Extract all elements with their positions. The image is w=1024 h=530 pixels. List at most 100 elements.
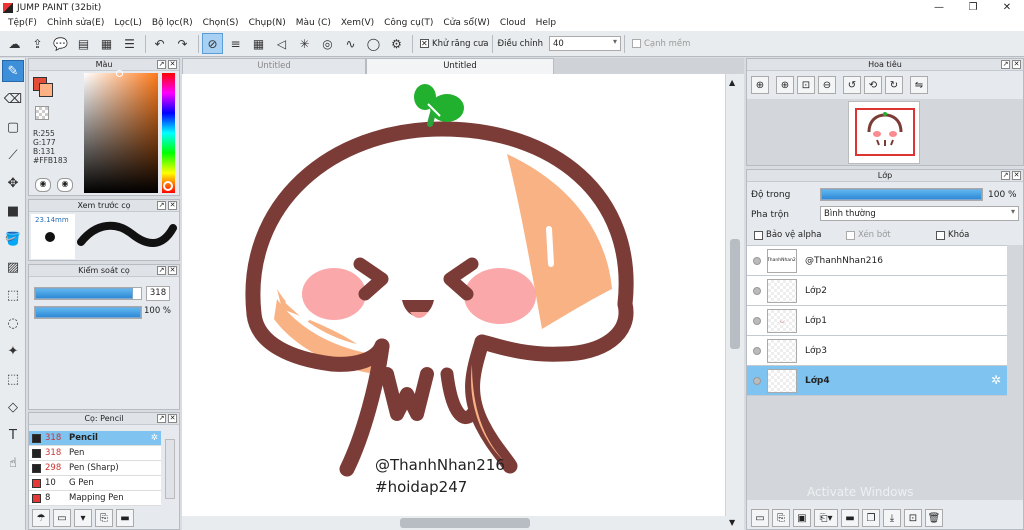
gradient-tool-icon[interactable]: ▨ <box>2 256 24 278</box>
rectangle-tool-icon[interactable]: ▢ <box>2 116 24 138</box>
layer-mask-icon[interactable]: ▣ <box>793 509 811 527</box>
line-tool-icon[interactable]: ⟋ <box>2 144 24 166</box>
close-panel-icon[interactable]: ✕ <box>168 266 177 275</box>
background-color-swatch[interactable] <box>39 83 53 97</box>
menu-tools[interactable]: Công cụ(T) <box>379 18 438 28</box>
undo-icon[interactable]: ↶ <box>149 33 170 54</box>
copy-brush-icon[interactable]: ⎘ <box>95 509 113 527</box>
canvas-vertical-scrollbar[interactable]: ▲ ▼ <box>726 74 744 530</box>
delete-layer-icon[interactable]: 🗑 <box>925 509 943 527</box>
antialias-checkbox[interactable]: Khử răng cưa <box>420 38 489 49</box>
brush-item-mapping-pen[interactable]: 8 Mapping Pen <box>29 491 161 506</box>
menu-layer[interactable]: Lọc(L) <box>109 18 147 28</box>
zoom-actual-icon[interactable]: ⊡ <box>797 76 815 94</box>
tab-untitled-1[interactable]: Untitled <box>182 58 366 74</box>
clip-checkbox[interactable]: Xén bớt <box>846 230 891 240</box>
brush-group-icon[interactable]: ☂ <box>32 509 50 527</box>
popout-icon[interactable]: ↗ <box>157 266 166 275</box>
brush-item-pen-sharp[interactable]: 298 Pen (Sharp) <box>29 461 161 476</box>
layer-folder-icon[interactable]: ▬ <box>841 509 859 527</box>
snap-settings-icon[interactable]: ⚙ <box>386 33 407 54</box>
snap-perspective-icon[interactable]: ◁ <box>271 33 292 54</box>
menu-edit[interactable]: Chỉnh sửa(E) <box>42 18 109 28</box>
popout-icon[interactable]: ↗ <box>1001 171 1010 180</box>
brush-item-g-pen[interactable]: 10 G Pen <box>29 476 161 491</box>
duplicate-layer-icon[interactable]: ❐ <box>862 509 880 527</box>
horizontal-scroll-thumb[interactable] <box>400 518 530 528</box>
menu-help[interactable]: Help <box>531 18 562 28</box>
hue-handle[interactable] <box>163 181 173 191</box>
note-icon[interactable]: ▤ <box>73 33 94 54</box>
select-rect-tool-icon[interactable]: ⬚ <box>2 284 24 306</box>
palette-icon[interactable]: ◉ <box>35 178 51 192</box>
visibility-icon[interactable] <box>747 287 767 295</box>
transparent-swatch[interactable] <box>35 106 49 120</box>
brush-item-pencil[interactable]: 318 Pencil ✲ <box>29 431 161 446</box>
menu-view[interactable]: Xem(V) <box>336 18 379 28</box>
cloud-icon[interactable]: ☁ <box>4 33 25 54</box>
new-layer-copy-icon[interactable]: ⎘ <box>772 509 790 527</box>
visibility-icon[interactable] <box>747 347 767 355</box>
close-panel-icon[interactable]: ✕ <box>1012 171 1021 180</box>
visibility-icon[interactable] <box>747 317 767 325</box>
close-panel-icon[interactable]: ✕ <box>168 414 177 423</box>
hand-tool-icon[interactable]: ☝ <box>2 452 24 474</box>
menu-cloud[interactable]: Cloud <box>495 18 531 28</box>
menu-select[interactable]: Chọn(S) <box>198 18 244 28</box>
brush-tool-icon[interactable]: ✎ <box>2 60 24 82</box>
layer-row[interactable]: Lớp3 <box>747 336 1007 366</box>
brush-opacity-slider[interactable] <box>34 306 142 319</box>
move-tool-icon[interactable]: ✥ <box>2 172 24 194</box>
popout-icon[interactable]: ↗ <box>157 60 166 69</box>
drawing-canvas[interactable]: @ThanhNhan216 #hoidap247 <box>182 74 725 516</box>
menu-file[interactable]: Tệp(F) <box>3 18 42 28</box>
new-layer-icon[interactable]: ▭ <box>751 509 769 527</box>
brush-list-scrollbar[interactable] <box>165 439 175 499</box>
menu-window[interactable]: Cửa sổ(W) <box>438 18 494 28</box>
snap-curve-icon[interactable]: ∿ <box>340 33 361 54</box>
soft-edge-checkbox[interactable]: Cạnh mềm <box>631 39 690 49</box>
protect-alpha-checkbox[interactable]: Bảo vệ alpha <box>754 230 821 240</box>
settings-list-icon[interactable]: ☰ <box>119 33 140 54</box>
rotate-left-icon[interactable]: ↺ <box>843 76 861 94</box>
layer-options-icon[interactable]: ⎗▾ <box>814 509 838 527</box>
eyedropper-icon[interactable]: ◉ <box>57 178 73 192</box>
scroll-up-icon[interactable]: ▲ <box>729 78 735 87</box>
popout-icon[interactable]: ↗ <box>1001 60 1010 69</box>
redo-icon[interactable]: ↷ <box>172 33 193 54</box>
brush-options-icon[interactable]: ▾ <box>74 509 92 527</box>
menu-filter[interactable]: Bộ lọc(R) <box>147 18 198 28</box>
select-eraser-tool-icon[interactable]: ◇ <box>2 396 24 418</box>
select-pen-tool-icon[interactable]: ⬚ <box>2 368 24 390</box>
text-tool-icon[interactable]: T <box>2 424 24 446</box>
gear-icon[interactable]: ✲ <box>991 373 1001 387</box>
brush-size-slider[interactable] <box>34 287 142 300</box>
blend-mode-select[interactable]: Bình thường <box>820 206 1019 221</box>
layer-row[interactable]: @ThanhNhan216 @ThanhNhan216 <box>747 246 1007 276</box>
tab-untitled-2[interactable]: Untitled <box>366 58 554 74</box>
zoom-fit-icon[interactable]: ⊕ <box>751 76 769 94</box>
saturation-value-picker[interactable] <box>84 70 158 193</box>
eraser-tool-icon[interactable]: ⌫ <box>2 88 24 110</box>
layer-lock-icon[interactable]: ⊡ <box>904 509 922 527</box>
vertical-scroll-thumb[interactable] <box>730 239 740 349</box>
new-brush-icon[interactable]: ▭ <box>53 509 71 527</box>
layer-row[interactable]: Lớp2 <box>747 276 1007 306</box>
comment-icon[interactable]: 💬 <box>50 33 71 54</box>
navigator-thumbnail[interactable] <box>848 101 920 164</box>
brush-folder-icon[interactable]: ▬ <box>116 509 134 527</box>
close-panel-icon[interactable]: ✕ <box>168 201 177 210</box>
restore-button[interactable]: ❐ <box>956 0 990 15</box>
lock-checkbox[interactable]: Khóa <box>936 230 969 240</box>
color-cursor[interactable] <box>116 70 123 77</box>
visibility-icon[interactable] <box>747 377 767 385</box>
layer-row[interactable]: ◡ Lớp1 <box>747 306 1007 336</box>
hue-slider[interactable] <box>162 73 175 193</box>
brush-item-pen[interactable]: 318 Pen <box>29 446 161 461</box>
scroll-down-icon[interactable]: ▼ <box>729 518 735 527</box>
snap-off-icon[interactable]: ⊘ <box>202 33 223 54</box>
bucket-tool-icon[interactable]: 🪣 <box>2 228 24 250</box>
snap-circle-icon[interactable]: ◎ <box>317 33 338 54</box>
snap-radial-icon[interactable]: ✳ <box>294 33 315 54</box>
brush-size-value[interactable]: 318 <box>146 286 170 301</box>
